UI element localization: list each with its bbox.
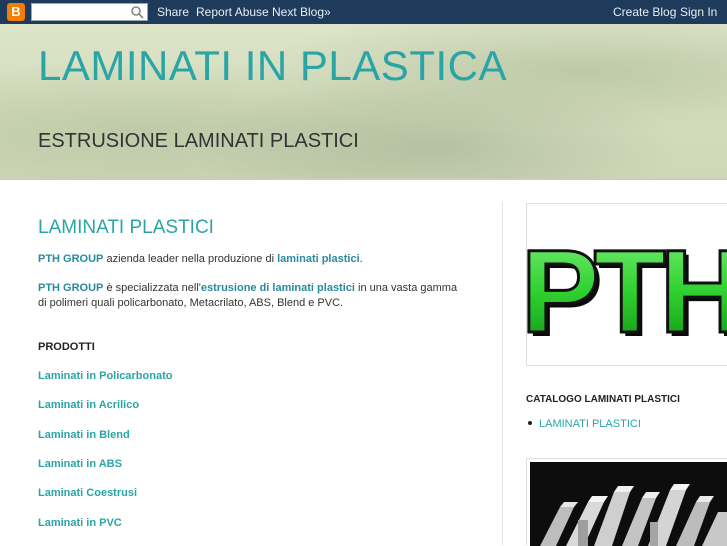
post-title: LAMINATI PLASTICI [38,217,214,238]
search-input[interactable] [31,3,148,21]
profiles-image [540,484,727,546]
sign-in-link[interactable]: Sign In [680,0,717,24]
share-link[interactable]: Share [157,0,189,24]
spec-text: è specializzata nell' [103,282,201,294]
intro-paragraph: PTH GROUP azienda leader nella produzion… [38,252,363,267]
intro-text-end: . [359,253,363,265]
product-link[interactable]: Laminati in PVC [38,517,122,529]
search-icon[interactable] [130,5,144,19]
product-link[interactable]: Laminati in Policarbonato [38,370,172,382]
product-photo-widget [526,458,727,546]
blogger-logo-icon[interactable]: B [7,3,25,21]
pth-logo-image[interactable]: PTH PTH [520,204,727,366]
column-divider [502,202,503,545]
catalog-link[interactable]: LAMINATI PLASTICI [539,418,641,430]
report-abuse-link[interactable]: Report Abuse [196,0,269,24]
blog-title[interactable]: LAMINATI IN PLASTICA [38,42,507,90]
next-blog-link[interactable]: Next Blog» [272,0,331,24]
pth-logo-text: PTH [527,226,727,358]
product-link[interactable]: Laminati Coestrusi [38,487,137,499]
laminati-plastici-link[interactable]: laminati plastici [277,253,360,265]
pth-group-link[interactable]: PTH GROUP [38,253,103,265]
product-photo[interactable] [530,462,727,546]
bullet-icon [528,421,532,425]
specialization-paragraph: PTH GROUP è specializzata nell'estrusion… [38,281,468,310]
intro-text: azienda leader nella produzione di [103,253,278,265]
estrusione-link[interactable]: estrusione di laminati plastici [201,282,355,294]
product-link[interactable]: Laminati in Blend [38,429,130,441]
pth-logo-widget: PTH PTH [520,203,727,366]
header-divider [0,178,727,180]
create-blog-link[interactable]: Create Blog [613,0,676,24]
pth-group-link-2[interactable]: PTH GROUP [38,282,103,294]
products-heading: PRODOTTI [38,341,95,353]
product-link[interactable]: Laminati in Acrilico [38,399,139,411]
blog-description: ESTRUSIONE LAMINATI PLASTICI [38,130,359,152]
product-link[interactable]: Laminati in ABS [38,458,122,470]
blogger-navbar: B Share Report Abuse Next Blog» Create B… [0,0,727,24]
catalog-heading: CATALOGO LAMINATI PLASTICI [526,394,680,405]
